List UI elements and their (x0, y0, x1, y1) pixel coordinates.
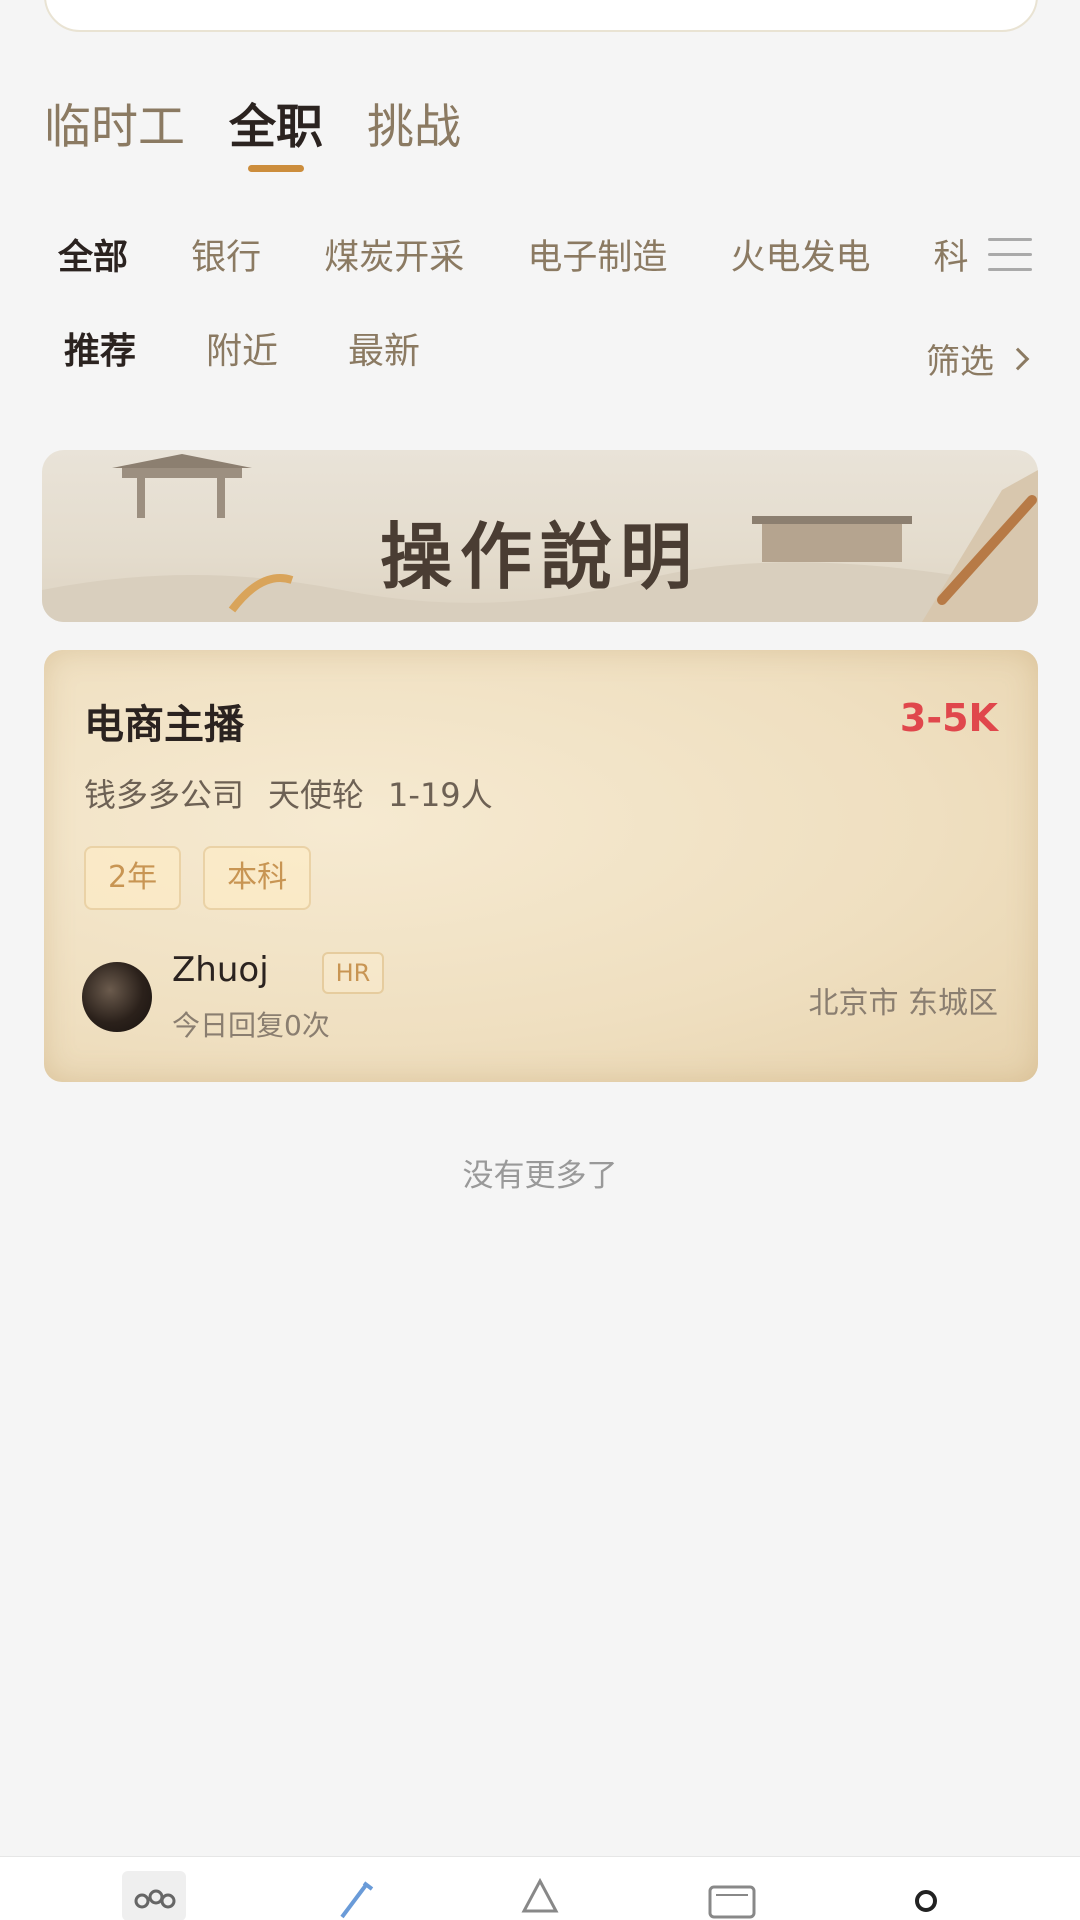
tag-education: 本科 (203, 846, 312, 910)
home-icon[interactable] (508, 1871, 572, 1920)
job-tags: 2年 本科 (84, 846, 312, 910)
hr-badge: HR (322, 952, 384, 994)
banner-title: 操作說明 (379, 514, 700, 599)
category-all[interactable]: 全部 (58, 228, 128, 288)
job-title: 电商主播 (84, 702, 244, 748)
chevron-right-icon (1006, 347, 1030, 370)
bottom-nav (0, 1856, 1080, 1920)
avatar (82, 962, 152, 1032)
job-location: 北京市 东城区 (808, 986, 998, 1021)
category-electronics[interactable]: 电子制造 (527, 228, 667, 288)
recruiter-name: Zhuoj (172, 950, 269, 990)
community-icon[interactable] (122, 1871, 186, 1920)
no-more-text: 没有更多了 (462, 1158, 618, 1194)
category-bar: 全部 银行 煤炭开采 电子制造 火电发电 科 (0, 228, 1080, 288)
filter-label: 筛选 (926, 342, 994, 382)
job-card[interactable]: 电商主播 3-5K 钱多多公司 天使轮 1-19人 2年 本科 Zhuoj HR… (44, 650, 1038, 1082)
edit-icon[interactable] (326, 1871, 390, 1920)
sort-options: 推荐 附近 最新 (64, 330, 420, 373)
main-tabs: 临时工 全职 挑战 (44, 100, 461, 156)
tab-full-time[interactable]: 全职 (229, 100, 323, 156)
category-coal-mining[interactable]: 煤炭开采 (324, 228, 464, 288)
company-funding: 天使轮 (268, 776, 365, 814)
menu-icon[interactable] (988, 238, 1032, 278)
company-info: 钱多多公司 天使轮 1-19人 (84, 770, 493, 816)
sort-recommended[interactable]: 推荐 (64, 330, 136, 373)
tab-temp-work[interactable]: 临时工 (44, 100, 185, 156)
tab-challenge[interactable]: 挑战 (367, 100, 461, 156)
sort-latest[interactable]: 最新 (348, 330, 420, 373)
reply-count: 今日回复0次 (172, 1009, 330, 1042)
sort-nearby[interactable]: 附近 (206, 330, 278, 373)
job-salary: 3-5K (899, 696, 998, 740)
instructions-banner[interactable]: 操作說明 (42, 450, 1038, 622)
category-more[interactable]: 科 (934, 228, 969, 288)
job-list-page: 临时工 全职 挑战 全部 银行 煤炭开采 电子制造 火电发电 科 推荐 附近 最… (0, 0, 1080, 1920)
category-bank[interactable]: 银行 (191, 228, 261, 288)
tag-experience: 2年 (84, 846, 182, 910)
company-name: 钱多多公司 (84, 776, 245, 814)
profile-icon[interactable] (902, 1871, 966, 1920)
category-scroll[interactable]: 全部 银行 煤炭开采 电子制造 火电发电 科 (58, 228, 980, 288)
category-thermal-power[interactable]: 火电发电 (730, 228, 870, 288)
company-size: 1-19人 (388, 776, 493, 814)
scroll-icon[interactable] (700, 1871, 764, 1920)
filter-button[interactable]: 筛选 (926, 334, 1030, 383)
search-bar[interactable] (44, 0, 1038, 32)
